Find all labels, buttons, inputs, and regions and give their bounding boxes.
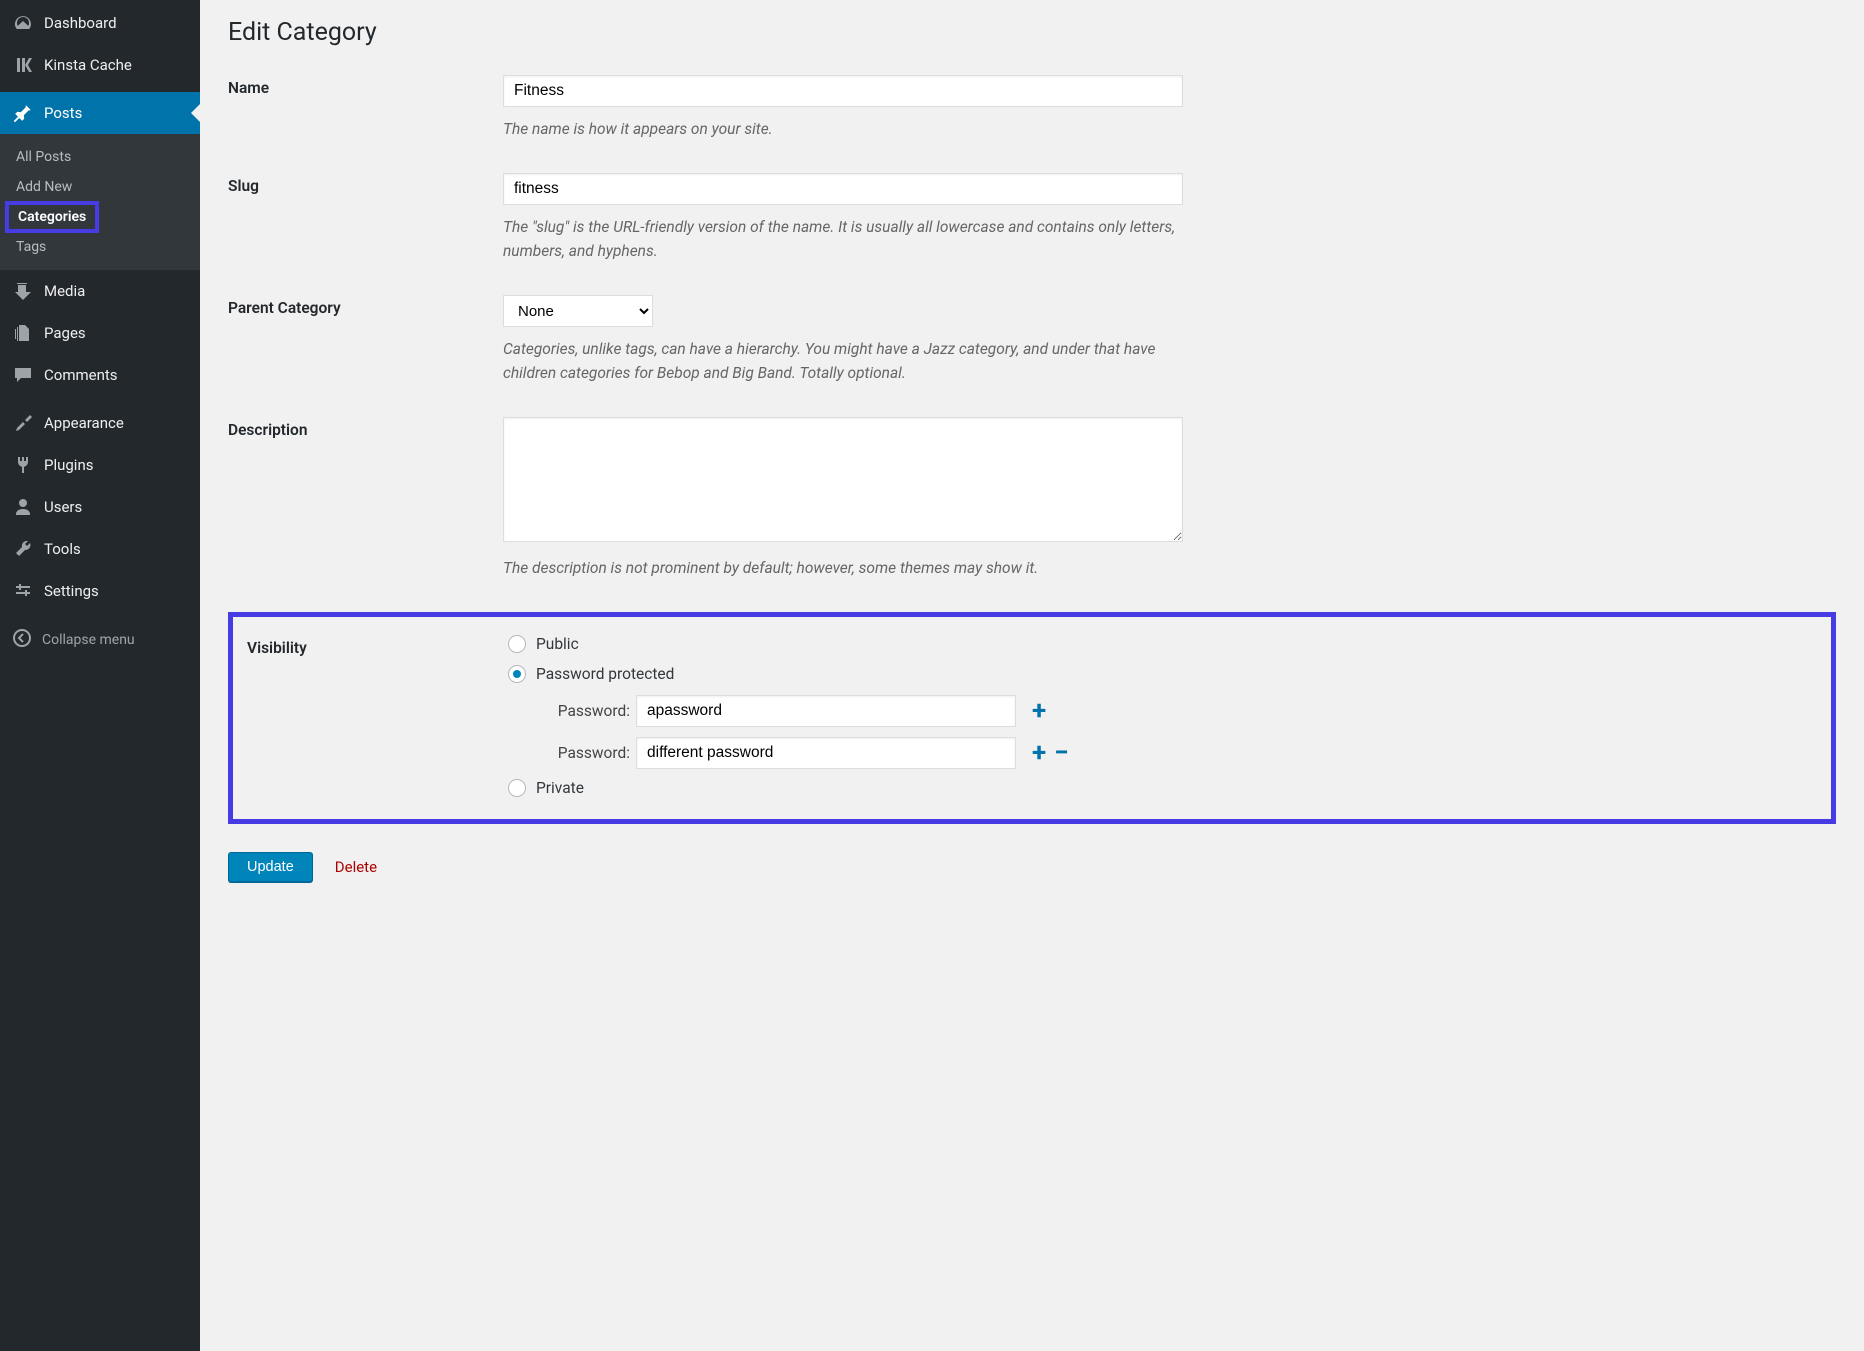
password-input-2[interactable] [636, 737, 1016, 769]
sidebar-item-comments[interactable]: Comments [0, 354, 200, 396]
row-description: Description The description is not promi… [228, 417, 1836, 580]
brush-icon [12, 412, 34, 434]
password-row-1: Password: + [536, 695, 1811, 727]
submenu-tags[interactable]: Tags [0, 232, 200, 262]
sidebar-item-appearance[interactable]: Appearance [0, 402, 200, 444]
slug-help: The "slug" is the URL-friendly version o… [503, 215, 1183, 263]
remove-password-icon[interactable]: − [1054, 740, 1068, 766]
comments-icon [12, 364, 34, 386]
parent-help: Categories, unlike tags, can have a hier… [503, 337, 1183, 385]
sidebar-item-label: Posts [44, 104, 82, 122]
visibility-section: Visibility Public Password protected Pas… [228, 612, 1836, 824]
visibility-public-label: Public [536, 635, 579, 653]
sidebar-item-users[interactable]: Users [0, 486, 200, 528]
add-password-icon[interactable]: + [1032, 740, 1046, 766]
sidebar-item-dashboard[interactable]: Dashboard [0, 2, 200, 44]
form-actions: Update Delete [228, 852, 1836, 882]
visibility-private-label: Private [536, 779, 584, 797]
password-label-2: Password: [536, 744, 630, 762]
name-label: Name [228, 75, 503, 141]
pin-icon [12, 102, 34, 124]
password-label-1: Password: [536, 702, 630, 720]
dashboard-icon [12, 12, 34, 34]
user-icon [12, 496, 34, 518]
sidebar-item-label: Plugins [44, 456, 93, 474]
collapse-menu[interactable]: Collapse menu [0, 618, 200, 662]
sidebar-item-pages[interactable]: Pages [0, 312, 200, 354]
add-password-icon[interactable]: + [1032, 698, 1046, 724]
sidebar-item-settings[interactable]: Settings [0, 570, 200, 612]
collapse-icon [12, 628, 32, 652]
sidebar-item-kinsta-cache[interactable]: Kinsta Cache [0, 44, 200, 86]
sidebar-item-label: Appearance [44, 414, 124, 432]
sidebar-item-label: Tools [44, 540, 81, 558]
submenu-all-posts[interactable]: All Posts [0, 142, 200, 172]
main-content: Edit Category Name The name is how it ap… [200, 0, 1864, 1351]
sidebar-item-label: Media [44, 282, 85, 300]
sidebar-item-label: Users [44, 498, 82, 516]
page-title: Edit Category [228, 18, 1836, 47]
sidebar-item-tools[interactable]: Tools [0, 528, 200, 570]
sidebar-item-label: Kinsta Cache [44, 56, 132, 74]
sidebar-item-label: Dashboard [44, 14, 117, 32]
sidebar-item-posts[interactable]: Posts [0, 92, 200, 134]
pages-icon [12, 322, 34, 344]
visibility-pw-label: Password protected [536, 665, 674, 683]
sidebar-item-label: Pages [44, 324, 86, 342]
visibility-public-radio[interactable] [508, 635, 526, 653]
visibility-private-radio[interactable] [508, 779, 526, 797]
plug-icon [12, 454, 34, 476]
row-parent: Parent Category None Categories, unlike … [228, 295, 1836, 385]
submenu-add-new[interactable]: Add New [0, 172, 200, 202]
collapse-label: Collapse menu [42, 632, 135, 648]
sliders-icon [12, 580, 34, 602]
visibility-public-row[interactable]: Public [508, 635, 1811, 653]
visibility-pw-radio[interactable] [508, 665, 526, 683]
slug-input[interactable] [503, 173, 1183, 205]
password-row-2: Password: + − [536, 737, 1811, 769]
sidebar-item-label: Settings [44, 582, 99, 600]
name-help: The name is how it appears on your site. [503, 117, 1183, 141]
kinsta-icon [12, 54, 34, 76]
description-textarea[interactable] [503, 417, 1183, 542]
admin-sidebar: Dashboard Kinsta Cache Posts All Posts A… [0, 0, 200, 1351]
parent-label: Parent Category [228, 295, 503, 385]
wrench-icon [12, 538, 34, 560]
password-input-1[interactable] [636, 695, 1016, 727]
sidebar-item-plugins[interactable]: Plugins [0, 444, 200, 486]
description-label: Description [228, 417, 503, 580]
delete-link[interactable]: Delete [335, 858, 377, 876]
parent-select[interactable]: None [503, 295, 653, 327]
update-button[interactable]: Update [228, 852, 313, 882]
posts-submenu: All Posts Add New Categories Tags [0, 134, 200, 270]
sidebar-item-label: Comments [44, 366, 118, 384]
row-slug: Slug The "slug" is the URL-friendly vers… [228, 173, 1836, 263]
visibility-private-row[interactable]: Private [508, 779, 1811, 797]
name-input[interactable] [503, 75, 1183, 107]
slug-label: Slug [228, 173, 503, 263]
submenu-categories[interactable]: Categories [6, 202, 98, 232]
visibility-pw-row[interactable]: Password protected [508, 665, 1811, 683]
sidebar-item-media[interactable]: Media [0, 270, 200, 312]
description-help: The description is not prominent by defa… [503, 556, 1183, 580]
media-icon [12, 280, 34, 302]
visibility-label: Visibility [247, 635, 508, 797]
row-name: Name The name is how it appears on your … [228, 75, 1836, 141]
